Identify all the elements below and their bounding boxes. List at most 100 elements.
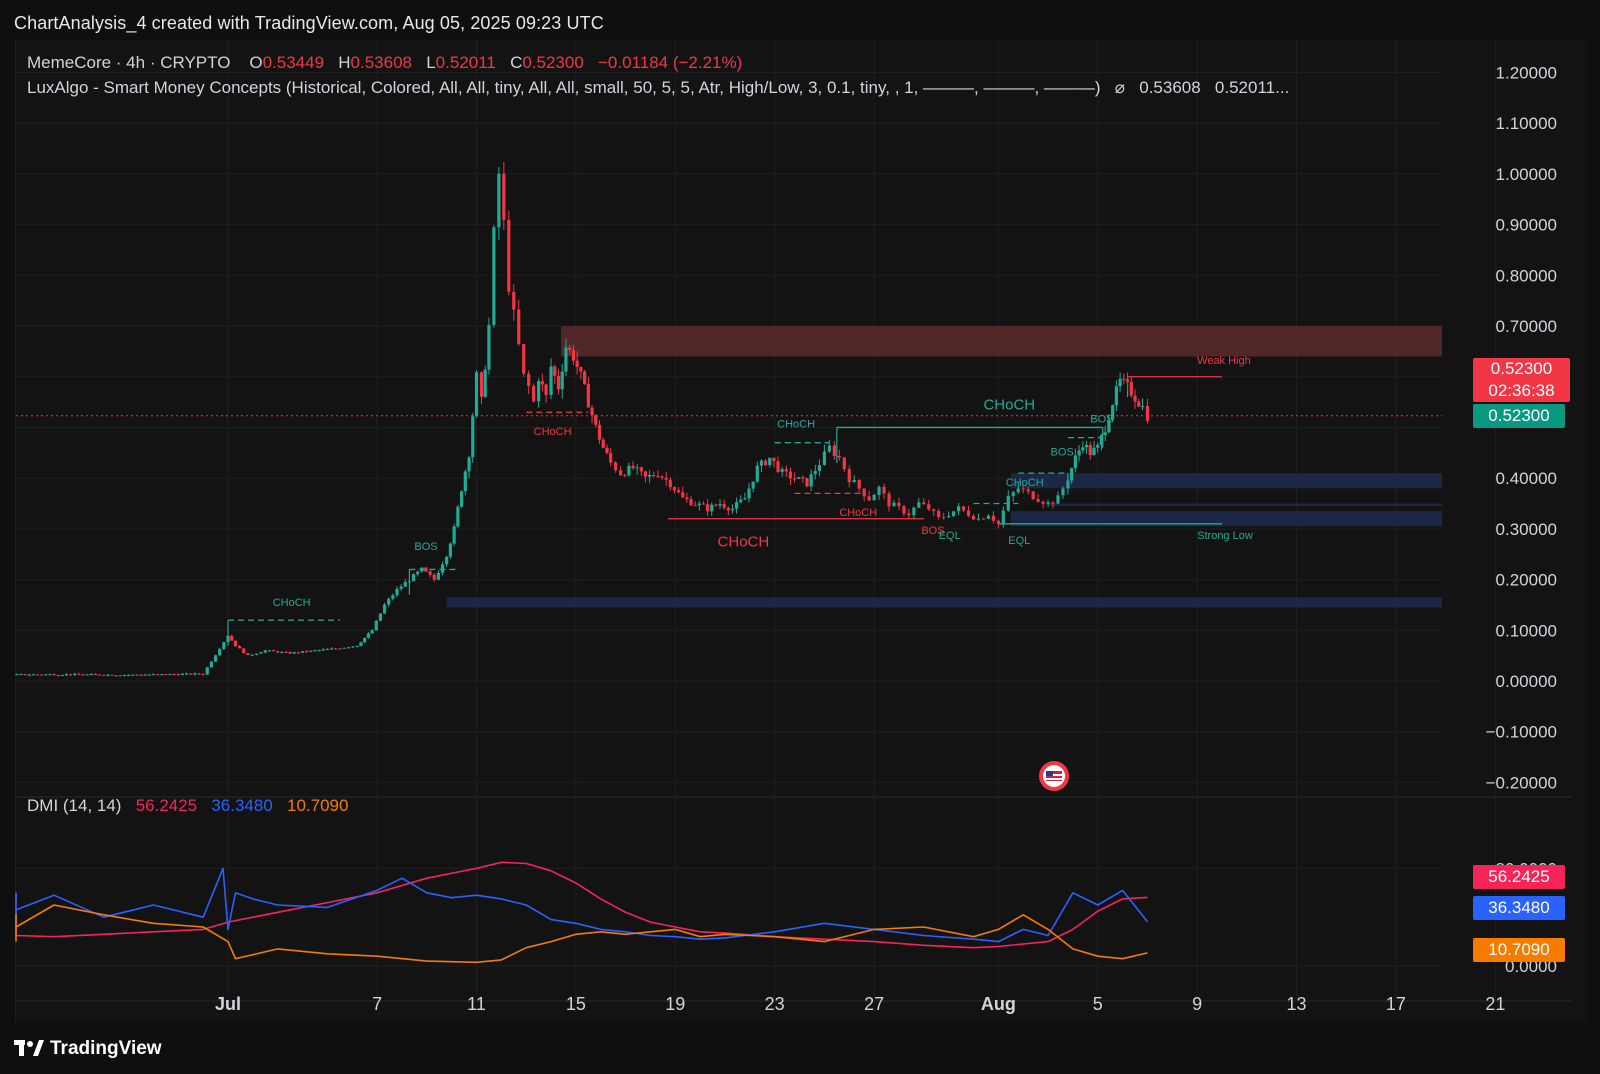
candle[interactable] — [917, 498, 921, 509]
candle[interactable] — [961, 505, 966, 512]
candle[interactable] — [582, 369, 587, 386]
candle[interactable] — [832, 441, 836, 460]
price-chart[interactable]: Weak High Strong Low CHoCH CHoCH CHoCH CHoCH C… — [0, 0, 1600, 1074]
candle[interactable] — [532, 383, 536, 403]
candle[interactable] — [366, 632, 371, 639]
candle[interactable] — [213, 654, 218, 662]
candle[interactable] — [619, 466, 623, 477]
candle[interactable] — [222, 641, 226, 651]
candle[interactable] — [660, 475, 664, 480]
candle[interactable] — [309, 650, 313, 653]
candle[interactable] — [549, 358, 553, 400]
candle[interactable] — [218, 647, 222, 657]
candle[interactable] — [463, 469, 467, 496]
candle[interactable] — [184, 672, 189, 676]
dmi-label[interactable]: DMI (14, 14) — [27, 796, 121, 815]
candle[interactable] — [492, 224, 496, 328]
candle[interactable] — [927, 499, 931, 511]
candle[interactable] — [44, 674, 48, 676]
candle[interactable] — [755, 461, 759, 483]
candle[interactable] — [411, 573, 416, 582]
candle[interactable] — [952, 511, 956, 518]
candle[interactable] — [1011, 490, 1015, 502]
candle[interactable] — [497, 166, 501, 241]
candle[interactable] — [827, 439, 831, 454]
candle[interactable] — [1103, 425, 1107, 442]
candle[interactable] — [338, 648, 342, 650]
candle[interactable] — [614, 460, 618, 473]
candle[interactable] — [456, 504, 460, 529]
candle[interactable] — [792, 472, 797, 483]
candle[interactable] — [623, 473, 627, 478]
candle[interactable] — [681, 486, 685, 498]
candle[interactable] — [809, 469, 813, 491]
candle[interactable] — [609, 448, 613, 467]
candle[interactable] — [897, 497, 901, 511]
candle[interactable] — [305, 650, 309, 653]
candle[interactable] — [334, 647, 338, 650]
candle[interactable] — [1006, 490, 1010, 512]
candle[interactable] — [1036, 493, 1040, 503]
indicator-name[interactable]: LuxAlgo - Smart Money Concepts (Historic… — [27, 78, 1101, 97]
candle[interactable] — [254, 653, 259, 656]
candle[interactable] — [1073, 448, 1077, 473]
candle[interactable] — [131, 674, 135, 676]
candle[interactable] — [56, 674, 60, 677]
candle[interactable] — [19, 673, 23, 676]
candle[interactable] — [378, 613, 383, 622]
candle[interactable] — [784, 465, 788, 477]
candle[interactable] — [966, 505, 971, 518]
tradingview-logo[interactable]: TradingView — [14, 1038, 162, 1060]
candle[interactable] — [1145, 398, 1150, 424]
candle[interactable] — [209, 661, 214, 668]
candle[interactable] — [89, 673, 93, 675]
candle[interactable] — [233, 640, 238, 647]
candle[interactable] — [922, 498, 926, 505]
candle[interactable] — [1114, 380, 1118, 411]
candle[interactable] — [448, 542, 453, 559]
candle[interactable] — [579, 366, 583, 380]
candle[interactable] — [135, 674, 139, 676]
candle[interactable] — [391, 593, 395, 601]
candle[interactable] — [52, 673, 56, 676]
candle[interactable] — [668, 477, 672, 491]
candle[interactable] — [627, 462, 631, 477]
candle[interactable] — [479, 371, 484, 405]
candle[interactable] — [280, 651, 284, 654]
candle[interactable] — [527, 370, 531, 395]
candle[interactable] — [73, 672, 77, 676]
candle[interactable] — [197, 672, 201, 676]
candle[interactable] — [428, 568, 432, 578]
candle[interactable] — [734, 497, 739, 514]
candle[interactable] — [639, 466, 643, 477]
candle[interactable] — [718, 499, 722, 509]
candle[interactable] — [27, 673, 31, 676]
candle[interactable] — [147, 674, 151, 676]
candle[interactable] — [102, 674, 106, 677]
candle[interactable] — [522, 343, 526, 377]
candle[interactable] — [605, 444, 609, 455]
candle[interactable] — [947, 511, 951, 519]
candle[interactable] — [64, 673, 69, 677]
candle[interactable] — [452, 523, 456, 547]
candle[interactable] — [882, 483, 886, 500]
candle[interactable] — [507, 210, 511, 296]
candle[interactable] — [553, 364, 557, 385]
candle[interactable] — [382, 602, 387, 614]
candle[interactable] — [432, 573, 436, 582]
candle[interactable] — [822, 444, 826, 466]
candle[interactable] — [325, 648, 329, 651]
candle[interactable] — [250, 654, 254, 656]
candle[interactable] — [403, 579, 407, 587]
candle[interactable] — [263, 649, 267, 654]
candle[interactable] — [201, 673, 205, 676]
candle[interactable] — [594, 414, 598, 428]
candle[interactable] — [436, 570, 440, 581]
candle[interactable] — [976, 513, 981, 521]
candle[interactable] — [677, 487, 681, 494]
candle[interactable] — [416, 570, 420, 577]
candle[interactable] — [143, 673, 147, 676]
candle[interactable] — [160, 673, 164, 676]
candle[interactable] — [842, 456, 846, 473]
candle[interactable] — [857, 479, 861, 493]
